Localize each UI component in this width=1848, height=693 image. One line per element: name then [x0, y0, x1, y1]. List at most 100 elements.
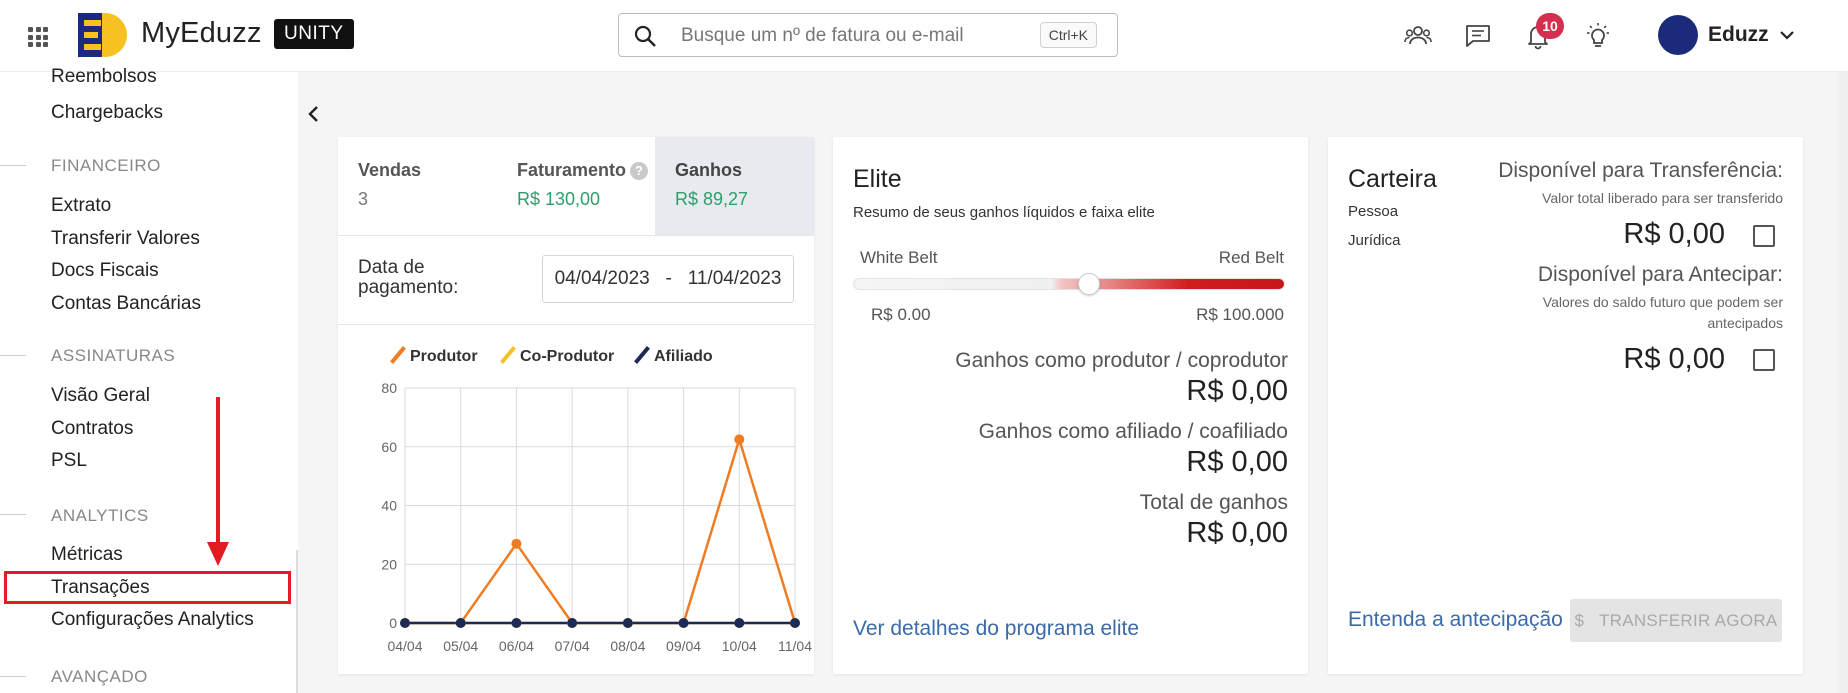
producer-earnings-value: R$ 0,00 — [1186, 375, 1288, 407]
data-point-afiliado — [790, 618, 800, 628]
data-point-afiliado — [400, 618, 410, 628]
data-point-afiliado — [734, 618, 745, 628]
section-divider — [0, 355, 26, 356]
section-analytics: ANALYTICS — [51, 506, 149, 525]
elite-subtitle: Resumo de seus ganhos líquidos e faixa e… — [853, 204, 1155, 221]
sidebar-item-visao-geral[interactable]: Visão Geral — [51, 385, 150, 407]
data-point-co-produtor — [734, 618, 745, 628]
top-bar: MyEduzz UNITY Busque um nº de fatura ou … — [0, 0, 1848, 72]
legend-marker — [500, 346, 516, 364]
series-line-produtor — [405, 438, 797, 625]
search-input[interactable]: Busque um nº de fatura ou e-mail — [681, 25, 964, 47]
legend-afiliado[interactable]: Afiliado — [634, 345, 713, 366]
advance-info-link[interactable]: Entenda a antecipação — [1348, 608, 1563, 632]
annotation-arrow-head — [207, 542, 229, 566]
section-financeiro: FINANCEIRO — [51, 156, 161, 175]
advance-amount: R$ 0,00 — [1623, 343, 1725, 375]
eduzz-logo[interactable] — [78, 12, 128, 58]
elite-card: Elite Resumo de seus ganhos líquidos e f… — [833, 137, 1308, 674]
highlight-box — [4, 571, 291, 604]
x-tick-label: 11/04 — [778, 638, 812, 654]
sidebar-item-metricas[interactable]: Métricas — [51, 544, 123, 566]
data-point-co-produtor — [400, 618, 410, 628]
x-tick-label: 04/04 — [387, 638, 422, 654]
advance-title: Disponível para Antecipar: — [1537, 263, 1783, 286]
wallet-card: Carteira Pessoa Jurídica Disponível para… — [1328, 137, 1803, 674]
chat-icon[interactable] — [1464, 22, 1492, 50]
lightbulb-icon[interactable] — [1584, 22, 1612, 50]
data-point-co-produtor — [511, 618, 522, 628]
section-divider — [0, 165, 26, 166]
stat-label: Ganhos — [675, 160, 743, 180]
belt-progress-bar — [853, 278, 1285, 290]
affiliate-earnings-value: R$ 0,00 — [1186, 446, 1288, 478]
stat-value: 3 — [358, 189, 369, 209]
avatar[interactable] — [1658, 15, 1698, 55]
legend-marker — [634, 346, 650, 364]
sidebar-scrollbar[interactable] — [296, 550, 298, 693]
available-transfer-checkbox[interactable] — [1753, 225, 1775, 247]
brand-name: MyEduzz — [141, 17, 262, 49]
help-icon[interactable]: ? — [630, 162, 649, 180]
data-point-afiliado — [678, 618, 689, 628]
y-tick-label: 0 — [389, 615, 397, 631]
stat-label: Faturamento — [517, 160, 627, 180]
stat-label: Vendas — [358, 160, 422, 180]
data-point-afiliado — [622, 618, 633, 628]
advance-subtitle-line2: antecipados — [1707, 315, 1783, 331]
section-divider — [0, 676, 26, 677]
transfer-now-button[interactable]: $ TRANSFERIR AGORA — [1570, 599, 1782, 642]
collapse-sidebar-icon[interactable] — [307, 104, 321, 124]
legend-marker — [390, 346, 406, 364]
sidebar-item-contas-bancarias[interactable]: Contas Bancárias — [51, 293, 201, 315]
page-scrollbar[interactable] — [1838, 72, 1848, 693]
belt-min-value: R$ 0.00 — [871, 305, 931, 324]
x-tick-label: 09/04 — [666, 638, 701, 654]
sidebar-item-contratos[interactable]: Contratos — [51, 418, 133, 440]
wallet-type-juridica[interactable]: Jurídica — [1348, 232, 1401, 249]
data-point-co-produtor — [790, 618, 800, 628]
people-icon[interactable] — [1404, 22, 1432, 50]
date-range-input[interactable]: 04/04/2023 - 11/04/2023 — [542, 255, 794, 303]
search-bar[interactable]: Busque um nº de fatura ou e-mail Ctrl+K — [618, 13, 1118, 57]
total-earnings-label: Total de ganhos — [1139, 491, 1288, 514]
legend-co-produtor[interactable]: Co-Produtor — [500, 345, 614, 366]
sidebar-item-reembolsos[interactable]: Reembolsos — [51, 66, 157, 88]
stat-faturamento[interactable]: Faturamento? R$ 130,00 — [497, 137, 655, 235]
user-name[interactable]: Eduzz — [1708, 23, 1769, 47]
sidebar-item-extrato[interactable]: Extrato — [51, 195, 111, 217]
divider — [338, 324, 814, 325]
stat-vendas[interactable]: Vendas 3 — [338, 137, 497, 235]
legend-label: Produtor — [410, 348, 478, 365]
sidebar-item-transferir-valores[interactable]: Transferir Valores — [51, 228, 200, 250]
belt-min-label: White Belt — [860, 248, 938, 267]
section-assinaturas: ASSINATURAS — [51, 346, 176, 365]
advance-checkbox[interactable] — [1753, 349, 1775, 371]
search-icon — [634, 25, 656, 47]
date-label: Data de pagamento: — [358, 257, 459, 298]
stat-ganhos[interactable]: Ganhos R$ 89,27 — [655, 137, 814, 235]
x-tick-label: 10/04 — [722, 638, 757, 654]
elite-details-link[interactable]: Ver detalhes do programa elite — [853, 617, 1139, 641]
data-point-produtor — [511, 538, 522, 549]
sidebar-item-configuracoes-analytics[interactable]: Configurações Analytics — [51, 609, 254, 631]
sidebar-item-docs-fiscais[interactable]: Docs Fiscais — [51, 260, 159, 282]
sidebar-item-psl[interactable]: PSL — [51, 450, 87, 472]
unity-badge: UNITY — [274, 19, 354, 49]
total-earnings-value: R$ 0,00 — [1186, 517, 1288, 549]
x-tick-label: 07/04 — [555, 638, 590, 654]
y-tick-label: 80 — [381, 380, 397, 396]
sidebar-item-chargebacks[interactable]: Chargebacks — [51, 102, 163, 124]
belt-slider-thumb[interactable] — [1078, 273, 1100, 295]
stat-value: R$ 89,27 — [675, 189, 749, 209]
wallet-type-pessoa[interactable]: Pessoa — [1348, 203, 1398, 220]
apps-grid-icon[interactable] — [28, 27, 48, 47]
stat-value: R$ 130,00 — [517, 189, 601, 209]
data-point-afiliado — [511, 618, 522, 628]
x-tick-label: 06/04 — [499, 638, 534, 654]
divider — [338, 235, 814, 236]
annotation-arrow — [216, 397, 220, 547]
data-point-co-produtor — [622, 618, 633, 628]
chevron-down-icon[interactable] — [1779, 27, 1795, 43]
legend-produtor[interactable]: Produtor — [390, 345, 478, 366]
